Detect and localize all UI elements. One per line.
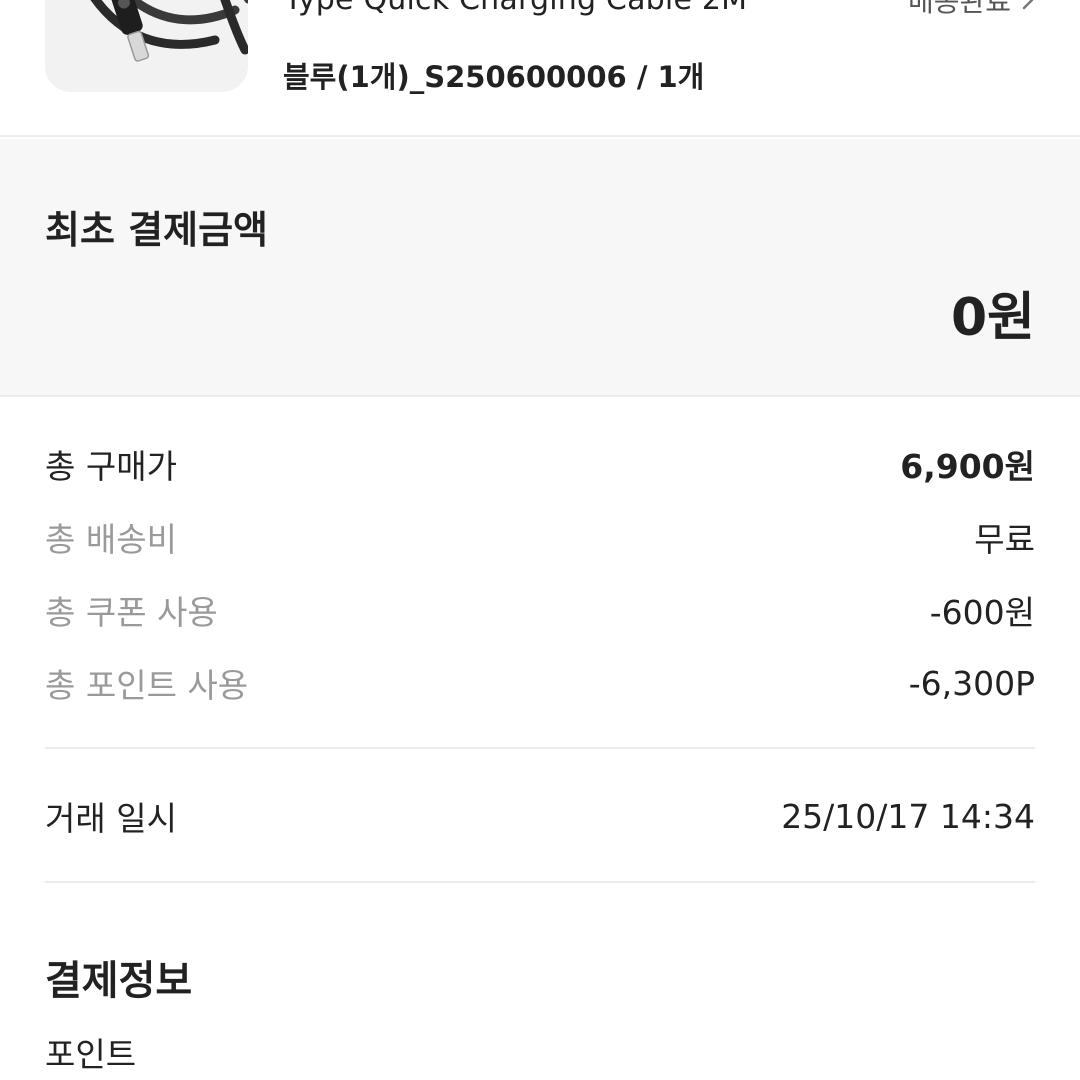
summary-row-points: 총 포인트 사용 -6,300P (45, 661, 1035, 706)
transaction-value: 25/10/17 14:34 (781, 796, 1035, 836)
summary-row-shipping: 총 배송비 무료 (45, 515, 1035, 559)
product-name: Type Quick Charging Cable 2M (284, 0, 747, 17)
delivery-status-label: 배송완료 (907, 0, 1011, 18)
summary-value: -6,300P (908, 663, 1035, 703)
summary-label: 총 구매가 (45, 447, 177, 486)
transaction-label: 거래 일시 (45, 799, 177, 838)
summary-row-total-price: 총 구매가 6,900원 (45, 442, 1035, 486)
product-thumbnail[interactable] (45, 0, 248, 92)
payment-method: 포인트 (45, 1035, 137, 1074)
summary-value: 6,900원 (900, 447, 1035, 486)
divider (45, 747, 1035, 749)
divider (45, 881, 1035, 883)
initial-payment-label: 최초 결제금액 (45, 208, 268, 252)
order-detail-page: Type Quick Charging Cable 2M 블루(1개)_S250… (0, 0, 1080, 1080)
summary-label: 총 배송비 (45, 520, 177, 559)
payment-info-title: 결제정보 (45, 958, 193, 1004)
initial-payment-amount: 0원 (950, 288, 1035, 348)
summary-value: 무료 (974, 520, 1035, 559)
transaction-datetime-row: 거래 일시 25/10/17 14:34 (45, 794, 1035, 839)
delivery-status-link[interactable]: 배송완료 (908, 0, 1035, 20)
product-card[interactable]: Type Quick Charging Cable 2M 블루(1개)_S250… (0, 0, 1080, 137)
product-option: 블루(1개)_S250600006 / 1개 (283, 60, 705, 94)
usb-c-cable-image (90, 0, 248, 62)
summary-label: 총 쿠폰 사용 (45, 593, 218, 632)
summary-label: 총 포인트 사용 (45, 666, 249, 705)
summary-row-coupon: 총 쿠폰 사용 -600원 (45, 588, 1035, 632)
chevron-right-icon (1022, 0, 1034, 10)
initial-payment-section: 최초 결제금액 0원 (0, 139, 1080, 397)
summary-value: -600원 (929, 593, 1035, 632)
